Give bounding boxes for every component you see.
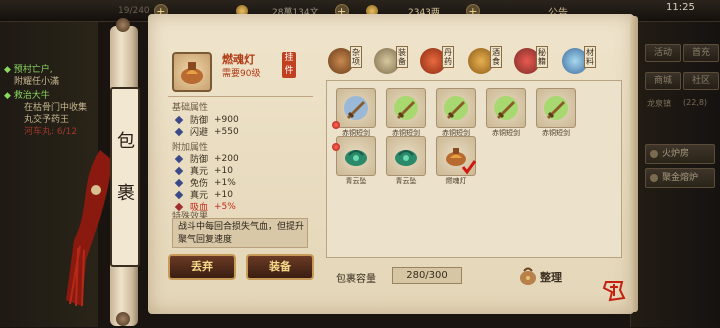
- tab-label: 秘籍: [536, 46, 548, 68]
- furnace-room-button[interactable]: 火炉房: [645, 144, 715, 164]
- category-tabs: 杂项 装备 丹药 酒食 秘籍 材料: [324, 44, 624, 80]
- location-name: 龙泉镇: [647, 99, 671, 108]
- tab-label: 装备: [396, 46, 408, 68]
- special-effect-text: 战斗中每回合损失气血，但提升聚气回复速度: [178, 222, 305, 245]
- tab-label: 杂项: [350, 46, 362, 68]
- item-slot-label: 赤铜短剑: [542, 129, 570, 137]
- attr-value: +10: [214, 165, 234, 176]
- item-type-badge: 挂件: [282, 52, 296, 78]
- diamond-icon: [174, 178, 184, 187]
- quest-title[interactable]: ◆ 预村亡户,: [0, 64, 87, 76]
- location-coords: (22,8): [683, 98, 708, 107]
- tab-materials[interactable]: 材料: [558, 44, 600, 78]
- checkmark-icon: [461, 160, 477, 175]
- gold-furnace-button[interactable]: 聚金熔炉: [645, 168, 715, 188]
- pendant-icon: [395, 150, 417, 166]
- item-slot-label: 赤铜短剑: [492, 129, 520, 137]
- bag-sort-icon[interactable]: [518, 264, 538, 286]
- selected-item-icon: [172, 52, 212, 92]
- item-slot[interactable]: [536, 88, 576, 128]
- quest-progress: 河车丸: 6/12: [24, 127, 78, 137]
- quest-title[interactable]: ◆ 救治大牛: [0, 90, 87, 102]
- panel-title-plaque: 包 裹: [110, 87, 140, 267]
- item-slot[interactable]: [436, 88, 476, 128]
- sword-icon: [444, 96, 468, 120]
- new-item-dot: [332, 143, 340, 151]
- tab-medicine[interactable]: 丹药: [416, 44, 458, 78]
- item-slot-label: 青云坠: [345, 177, 367, 185]
- furnace-icon: [650, 150, 658, 158]
- diamond-icon: [174, 154, 184, 163]
- tab-label: 材料: [584, 46, 596, 68]
- capacity-label: 包裹容量: [336, 274, 376, 285]
- diamond-icon: [174, 127, 184, 136]
- item-level-requirement: 需要90级: [222, 69, 261, 79]
- item-slot[interactable]: [336, 136, 376, 176]
- item-slot-selected[interactable]: [436, 136, 477, 176]
- item-slot[interactable]: [386, 136, 426, 176]
- base-attr-heading: 基础属性: [172, 103, 209, 113]
- activity-button[interactable]: 活动: [645, 44, 681, 62]
- diamond-icon: [174, 190, 184, 199]
- sword-icon: [544, 96, 568, 120]
- gold-furnace-label: 聚金熔炉: [662, 173, 699, 183]
- item-slot-label: 燃魂灯: [445, 177, 467, 185]
- quest-desc: 丸交予药王: [24, 115, 70, 125]
- attr-value: +900: [214, 114, 239, 125]
- roller-cap-top: [116, 18, 130, 32]
- shop-button[interactable]: 商城: [645, 72, 681, 90]
- item-slot[interactable]: [336, 88, 376, 128]
- item-name: 燃魂灯: [222, 53, 255, 66]
- furnace-room-label: 火炉房: [662, 149, 690, 159]
- item-slot-label: 青云坠: [395, 177, 417, 185]
- attr-label: 闪避: [190, 128, 209, 138]
- panel-title-char: 裹: [117, 183, 135, 204]
- community-button[interactable]: 社区: [683, 72, 719, 90]
- stamina-value: 19/240: [118, 6, 150, 16]
- diamond-icon: [174, 115, 184, 124]
- attr-value: +550: [214, 126, 239, 137]
- brand-seal-logo: [602, 278, 626, 302]
- attr-value: +1%: [214, 177, 236, 188]
- sword-icon: [344, 96, 368, 120]
- clock: 11:25: [666, 2, 695, 13]
- quest-desc: 在枯骨门中收集: [24, 103, 88, 113]
- tab-label: 丹药: [442, 46, 454, 68]
- capacity-value: 280/300: [392, 267, 462, 284]
- tab-food[interactable]: 酒食: [464, 44, 506, 78]
- attr-value: +5%: [214, 201, 236, 212]
- seal-icon: [602, 281, 626, 302]
- item-slot[interactable]: [386, 88, 426, 128]
- item-slot[interactable]: [486, 88, 526, 128]
- quest-desc: 附耀任小滿: [14, 77, 60, 87]
- lamp-icon: [181, 62, 203, 84]
- tab-books[interactable]: 秘籍: [510, 44, 552, 78]
- sword-icon: [394, 96, 418, 120]
- first-recharge-button[interactable]: 首充: [683, 44, 719, 62]
- pendant-icon: [345, 150, 367, 166]
- right-menu-pane: 活动 首充 商城 社区 龙泉镇 (22,8) 火炉房 聚金熔炉: [630, 22, 720, 327]
- tab-misc[interactable]: 杂项: [324, 44, 366, 78]
- roller-cap-bottom: [116, 312, 130, 326]
- equip-button[interactable]: 装备: [246, 254, 314, 280]
- tab-equipment[interactable]: 装备: [370, 44, 412, 78]
- attr-value: +200: [214, 153, 239, 164]
- diamond-icon: [174, 166, 184, 175]
- tab-label: 酒食: [490, 46, 502, 68]
- base-attr-row: 闪避 +550: [174, 125, 239, 138]
- gold-furnace-icon: [650, 174, 658, 182]
- sort-button[interactable]: 整理: [540, 269, 562, 285]
- panel-title-char: 包: [117, 131, 135, 152]
- sword-icon: [494, 96, 518, 120]
- attr-value: +10: [214, 189, 234, 200]
- detail-divider: [168, 96, 313, 97]
- discard-button[interactable]: 丢弃: [168, 254, 236, 280]
